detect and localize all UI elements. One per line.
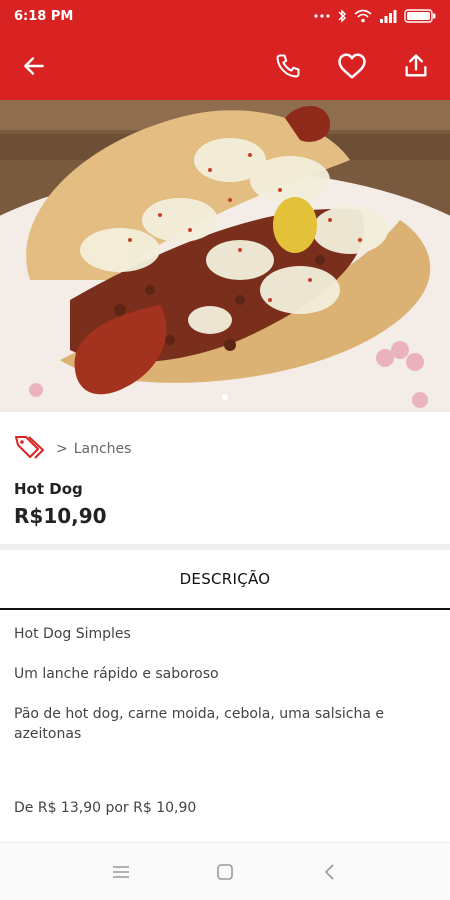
share-button[interactable] — [394, 44, 438, 88]
bluetooth-icon — [337, 9, 347, 23]
app-bar — [0, 32, 450, 100]
favorite-button[interactable] — [330, 44, 374, 88]
back-button[interactable] — [12, 44, 56, 88]
hot-dog-illustration — [0, 100, 450, 412]
breadcrumb: > Lanches — [14, 434, 436, 464]
product-name: Hot Dog — [14, 480, 83, 498]
status-bar: 6:18 PM — [0, 0, 450, 32]
battery-icon — [404, 9, 436, 23]
product-image[interactable] — [0, 100, 450, 412]
call-button[interactable] — [266, 44, 310, 88]
product-price: R$10,90 — [14, 504, 107, 528]
status-time: 6:18 PM — [14, 8, 74, 24]
system-back-button[interactable] — [309, 852, 349, 892]
tab-description[interactable]: DESCRIÇÃO — [0, 550, 450, 610]
carousel-indicator — [222, 394, 228, 400]
phone-icon — [276, 54, 300, 78]
system-nav-bar — [0, 842, 450, 900]
square-icon — [217, 863, 233, 880]
signal-icon — [379, 9, 397, 23]
description-section: Hot Dog Simples Um lanche rápido e sabor… — [0, 612, 450, 816]
recent-apps-button[interactable] — [101, 852, 141, 892]
more-dots-icon — [314, 13, 330, 19]
description-title: Hot Dog Simples — [14, 626, 131, 642]
price-offer: De R$ 13,90 por R$ 10,90 — [14, 800, 197, 816]
menu-lines-icon — [113, 865, 129, 878]
share-icon — [405, 54, 427, 77]
description-subtitle: Um lanche rápido e saboroso — [14, 666, 219, 682]
wifi-icon — [354, 9, 372, 23]
breadcrumb-separator: > — [56, 441, 68, 457]
product-info: > Lanches Hot Dog R$10,90 — [0, 412, 450, 544]
tags-icon — [14, 434, 46, 464]
breadcrumb-category[interactable]: Lanches — [74, 441, 132, 457]
status-icons — [314, 9, 436, 23]
arrow-left-icon — [24, 57, 44, 75]
description-ingredients: Pão de hot dog, carne moida, cebola, uma… — [14, 706, 384, 742]
heart-icon — [338, 53, 366, 79]
home-button[interactable] — [205, 852, 245, 892]
chevron-left-icon — [324, 863, 334, 880]
